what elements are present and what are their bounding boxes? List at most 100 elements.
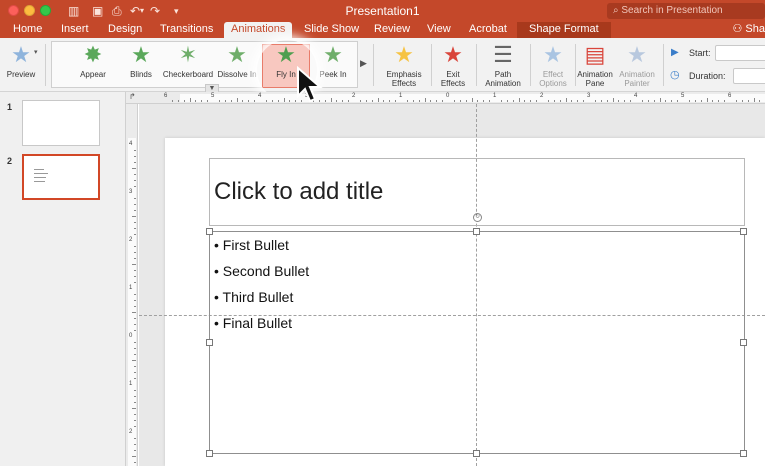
resize-handle[interactable] [206, 228, 213, 235]
ruler-tick [134, 246, 136, 247]
animation-painter-icon: ★ [627, 42, 647, 67]
start-play-icon: ▶ [671, 47, 679, 58]
divider [663, 44, 664, 86]
ruler-tick [132, 312, 136, 313]
ruler-tick [718, 100, 720, 102]
resize-handle[interactable] [473, 450, 480, 457]
animation-appear[interactable]: ✸ Appear [70, 42, 116, 79]
animation-pane-button[interactable]: ▤ Animation Pane [574, 42, 616, 88]
resize-handle[interactable] [206, 450, 213, 457]
ruler-tick [132, 456, 136, 457]
exit-star-icon: ★ [443, 42, 463, 67]
pane-label-line2: Pane [585, 79, 605, 88]
ruler-tick [134, 180, 136, 181]
bullet-text: Final Bullet [222, 315, 293, 331]
tab-animations[interactable]: Animations [224, 22, 293, 38]
animation-appear-label: Appear [80, 70, 106, 79]
blinds-star-icon: ★ [131, 42, 151, 67]
ruler-tick [647, 100, 649, 102]
ruler-tick [377, 98, 379, 102]
ruler-tick [753, 98, 755, 102]
gallery-scroll-right-icon[interactable]: ▶ [360, 58, 367, 69]
ruler-page-area [128, 138, 136, 466]
ruler-tick [618, 100, 620, 102]
thumbnail-text-line [34, 169, 44, 170]
ruler-number: 1 [399, 93, 403, 99]
ruler-tick [134, 294, 136, 295]
preview-dropdown-icon[interactable]: ▾ [34, 48, 38, 56]
ruler-tick [694, 100, 696, 102]
ruler-tick [741, 100, 743, 102]
resize-handle[interactable] [473, 228, 480, 235]
ruler-tick [132, 360, 136, 361]
ruler-tick [134, 162, 136, 163]
rotate-handle-icon[interactable]: ↻ [473, 213, 482, 222]
resize-handle[interactable] [740, 339, 747, 346]
ruler-tick [389, 100, 391, 102]
ruler-tick [224, 100, 226, 102]
bullet-item: • Final Bullet [214, 315, 293, 331]
exit-effects-button[interactable]: ★ Exit Effects [434, 42, 472, 88]
animations-ribbon: ★ Preview ▾ ✸ Appear ★ Blinds ✶ Checkerb… [0, 38, 765, 92]
resize-handle[interactable] [740, 228, 747, 235]
preview-button[interactable]: ★ Preview [4, 42, 38, 79]
ruler-tick [248, 100, 250, 102]
slide-thumbnail-1[interactable] [22, 100, 100, 146]
ruler-tick [265, 100, 267, 102]
ruler-tick [134, 366, 136, 367]
ruler-tick [412, 100, 414, 102]
effect-options-button[interactable]: ★ Effect Options [532, 42, 574, 88]
ruler-number: 2 [352, 93, 356, 99]
share-button[interactable]: ⚇ Sha [732, 22, 765, 37]
tab-view[interactable]: View [420, 22, 458, 38]
slide-thumbnail-2[interactable] [22, 154, 100, 200]
start-select[interactable] [715, 45, 765, 61]
horizontal-ruler: ↱ 6543210123456 [126, 92, 765, 104]
options-label-line1: Effect [542, 70, 564, 79]
ruler-tick [706, 98, 708, 102]
tab-stop-icon[interactable]: ↱ [129, 92, 136, 101]
tab-slide-show[interactable]: Slide Show [297, 22, 366, 38]
tab-review[interactable]: Review [367, 22, 417, 38]
path-animation-button[interactable]: ☰ Path Animation [480, 42, 526, 88]
ruler-tick [530, 100, 532, 102]
ruler-tick [459, 100, 461, 102]
ruler-tick [424, 98, 426, 102]
ruler-tick [565, 98, 567, 102]
ruler-tick [132, 216, 136, 217]
resize-handle[interactable] [206, 339, 213, 346]
ruler-number: 5 [681, 93, 685, 99]
ruler-number: 2 [540, 93, 544, 99]
animation-dissolve-in[interactable]: ★ Dissolve In [214, 42, 260, 79]
search-input[interactable]: ⌕ Search in Presentation [607, 3, 765, 19]
bullet-text: First Bullet [222, 237, 289, 253]
ruler-tick [134, 198, 136, 199]
tab-shape-format[interactable]: Shape Format [517, 22, 611, 38]
start-label: Start: [689, 48, 711, 58]
painter-label-line1: Animation [619, 70, 655, 79]
tab-transitions[interactable]: Transitions [153, 22, 220, 38]
ruler-tick [201, 100, 203, 102]
ruler-tick [506, 100, 508, 102]
duration-input[interactable] [733, 68, 765, 84]
animation-blinds[interactable]: ★ Blinds [118, 42, 164, 79]
resize-handle[interactable] [740, 450, 747, 457]
ruler-tick [536, 100, 538, 102]
tab-home[interactable]: Home [6, 22, 49, 38]
tab-insert[interactable]: Insert [54, 22, 96, 38]
tab-design[interactable]: Design [101, 22, 149, 38]
ruler-tick [547, 100, 549, 102]
emphasis-effects-button[interactable]: ★ Emphasis Effects [380, 42, 428, 88]
ruler-tick [134, 378, 136, 379]
animation-painter-button[interactable]: ★ Animation Painter [616, 42, 658, 88]
content-placeholder[interactable]: • First Bullet • Second Bullet • Third B… [209, 231, 745, 454]
fly-in-star-icon: ★ [276, 42, 296, 67]
tab-acrobat[interactable]: Acrobat [462, 22, 514, 38]
ruler-number: 6 [164, 93, 168, 99]
ruler-number: 2 [129, 429, 133, 435]
ruler-tick [134, 348, 136, 349]
thumbnail-text-line [34, 181, 45, 182]
ruler-tick [134, 222, 136, 223]
ruler-tick [134, 414, 136, 415]
animation-checkerboard[interactable]: ✶ Checkerboard [162, 42, 214, 79]
